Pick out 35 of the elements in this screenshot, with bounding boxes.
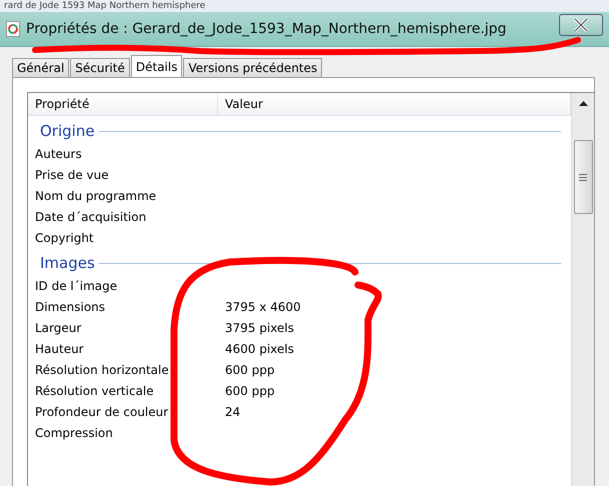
property-name: Nom du programme [34, 188, 158, 202]
close-button[interactable] [559, 14, 603, 36]
property-name: Date d´acquisition [34, 210, 148, 224]
property-name: Profondeur de couleur [34, 404, 170, 418]
tab[interactable]: Versions précédentes [183, 58, 322, 77]
group-title: Origine [40, 122, 95, 140]
background-window-title: rard de Jode 1593 Map Northern hemisphere [4, 0, 206, 12]
tab[interactable]: Sécurité [70, 58, 130, 77]
property-value: 3795 pixels [224, 320, 296, 334]
tab[interactable]: Détails [130, 55, 182, 77]
scrollbar[interactable] [571, 93, 594, 486]
property-value: 600 ppp [224, 362, 276, 376]
property-name: Prise de vue [34, 168, 110, 182]
property-name: Résolution horizontale [34, 362, 170, 376]
property-name: Largeur [34, 320, 82, 334]
property-value: 24 [224, 404, 242, 418]
image-file-icon [6, 21, 20, 37]
grip-icon [579, 174, 587, 180]
scroll-thumb[interactable] [574, 140, 592, 214]
property-name: Copyright [34, 230, 95, 244]
property-value: 600 ppp [224, 384, 276, 398]
property-name: Compression [34, 426, 114, 440]
property-name: ID de l´image [34, 278, 118, 292]
close-icon [573, 18, 589, 32]
scroll-up-icon[interactable] [578, 101, 588, 106]
property-value: 4600 pixels [224, 342, 296, 356]
property-value: 3795 x 4600 [224, 300, 302, 314]
property-name: Dimensions [34, 300, 106, 314]
window-title: Propriétés de : Gerard_de_Jode_1593_Map_Northern_hemisphere.jpg [26, 21, 508, 37]
property-name: Auteurs [34, 146, 83, 160]
column-header[interactable]: Propriété [28, 93, 218, 115]
tab[interactable]: Général [12, 58, 70, 77]
group-title: Images [40, 254, 95, 272]
property-name: Résolution verticale [34, 384, 155, 398]
property-name: Hauteur [34, 342, 85, 356]
